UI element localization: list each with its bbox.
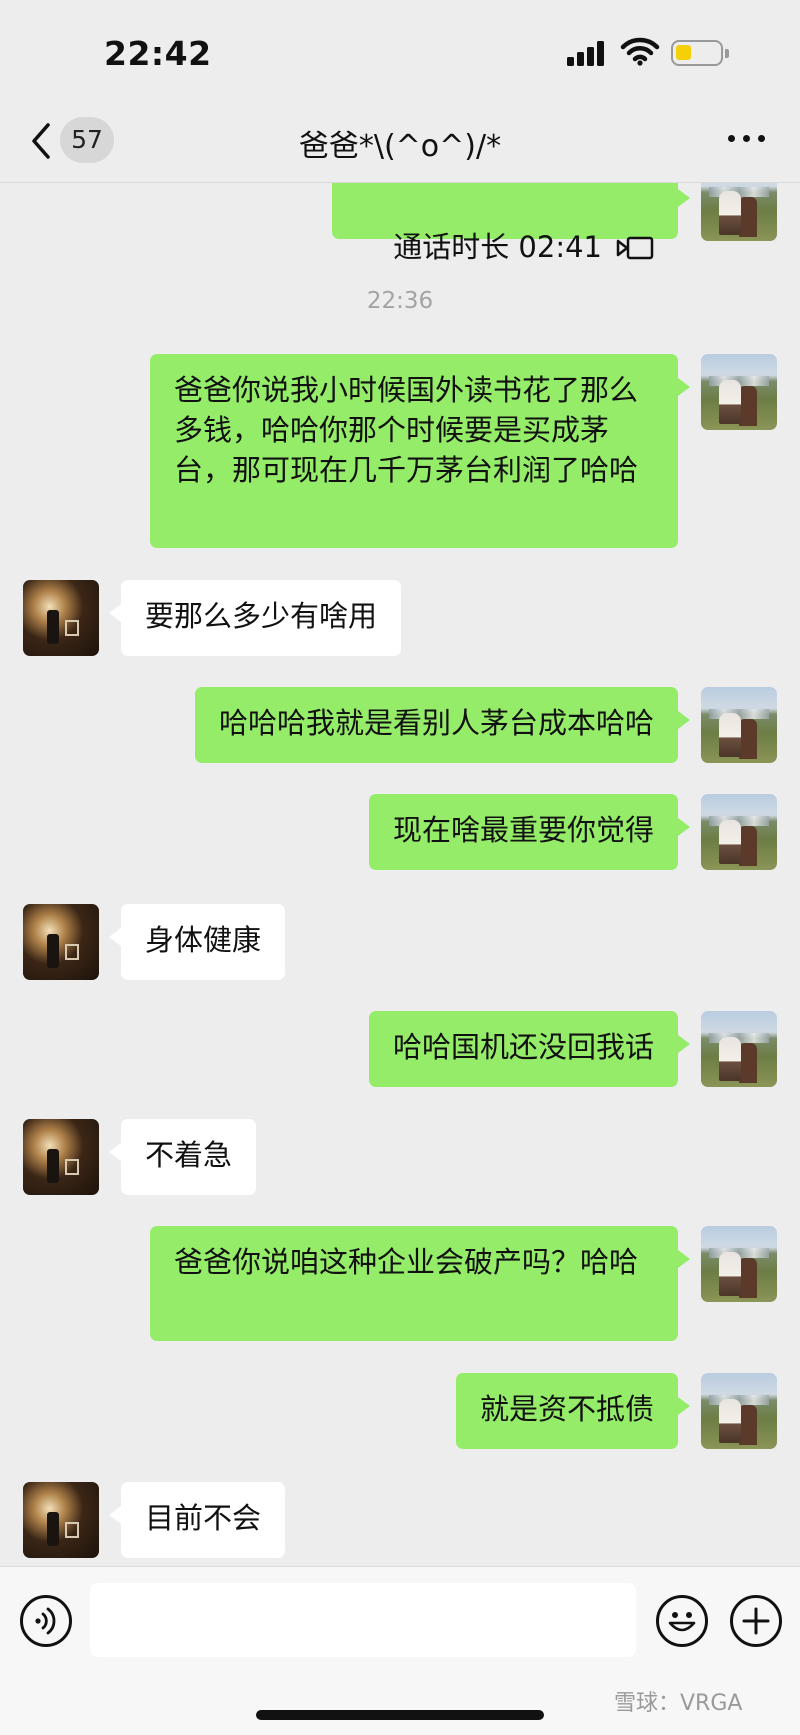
status-bar: 22:42 — [0, 0, 800, 105]
chat-title: 爸爸*\(^o^)/* — [298, 129, 502, 164]
chat-header: 57 爸爸*\(^o^)/* — [0, 105, 800, 183]
plus-icon[interactable] — [730, 1595, 782, 1647]
input-bar: 雪球：VRGA — [0, 1566, 800, 1735]
my-avatar[interactable] — [701, 794, 777, 870]
cellular-signal-icon — [567, 40, 607, 66]
status-time: 22:42 — [104, 34, 212, 73]
more-icon[interactable] — [728, 135, 768, 145]
my-message-bubble[interactable]: 现在啥最重要你觉得 — [368, 794, 691, 870]
dad-avatar[interactable] — [23, 1119, 99, 1195]
my-avatar[interactable] — [701, 354, 777, 430]
call-duration-text: 通话时长 02:41 — [393, 230, 602, 264]
my-avatar[interactable] — [701, 687, 777, 763]
my-message-bubble[interactable]: 哈哈国机还没回我话 — [368, 1011, 691, 1087]
dad-message-bubble[interactable]: 不着急 — [108, 1119, 257, 1195]
my-message-bubble[interactable]: 爸爸你说咱这种企业会破产吗？哈哈 — [150, 1226, 690, 1341]
watermark: 雪球：VRGA — [614, 1691, 743, 1716]
dad-avatar[interactable] — [23, 1482, 99, 1558]
call-record-bubble[interactable]: 通话时长 02:41 — [332, 183, 690, 264]
my-message-bubble[interactable]: 哈哈哈我就是看别人茅台成本哈哈 — [194, 687, 691, 763]
emoji-icon[interactable] — [656, 1595, 708, 1647]
dad-avatar[interactable] — [23, 580, 99, 656]
my-message-bubble[interactable]: 爸爸你说我小时候国外读书花了那么多钱，哈哈你那个时候要是买成茅台，那可现在几千万… — [150, 354, 690, 548]
dad-message-bubble[interactable]: 身体健康 — [108, 904, 286, 980]
dad-avatar[interactable] — [23, 904, 99, 980]
dad-message-bubble[interactable]: 要那么多少有啥用 — [108, 580, 402, 656]
message-list[interactable]: 通话时长 02:41 22:36 爸爸你说我小时候国外读书花了那么多钱，哈哈你那… — [0, 183, 800, 1566]
home-indicator[interactable] — [256, 1710, 544, 1720]
voice-icon[interactable] — [20, 1595, 72, 1647]
video-call-icon — [616, 236, 654, 260]
my-avatar[interactable] — [701, 1011, 777, 1087]
message-timestamp: 22:36 — [366, 288, 434, 314]
battery-icon — [671, 40, 729, 66]
message-input[interactable] — [90, 1583, 636, 1657]
my-avatar[interactable] — [701, 1373, 777, 1449]
my-avatar[interactable] — [701, 1226, 777, 1302]
my-message-bubble[interactable]: 就是资不抵债 — [455, 1373, 691, 1449]
wifi-icon — [620, 37, 660, 66]
my-avatar[interactable] — [701, 183, 777, 241]
dad-message-bubble[interactable]: 目前不会 — [108, 1482, 286, 1558]
